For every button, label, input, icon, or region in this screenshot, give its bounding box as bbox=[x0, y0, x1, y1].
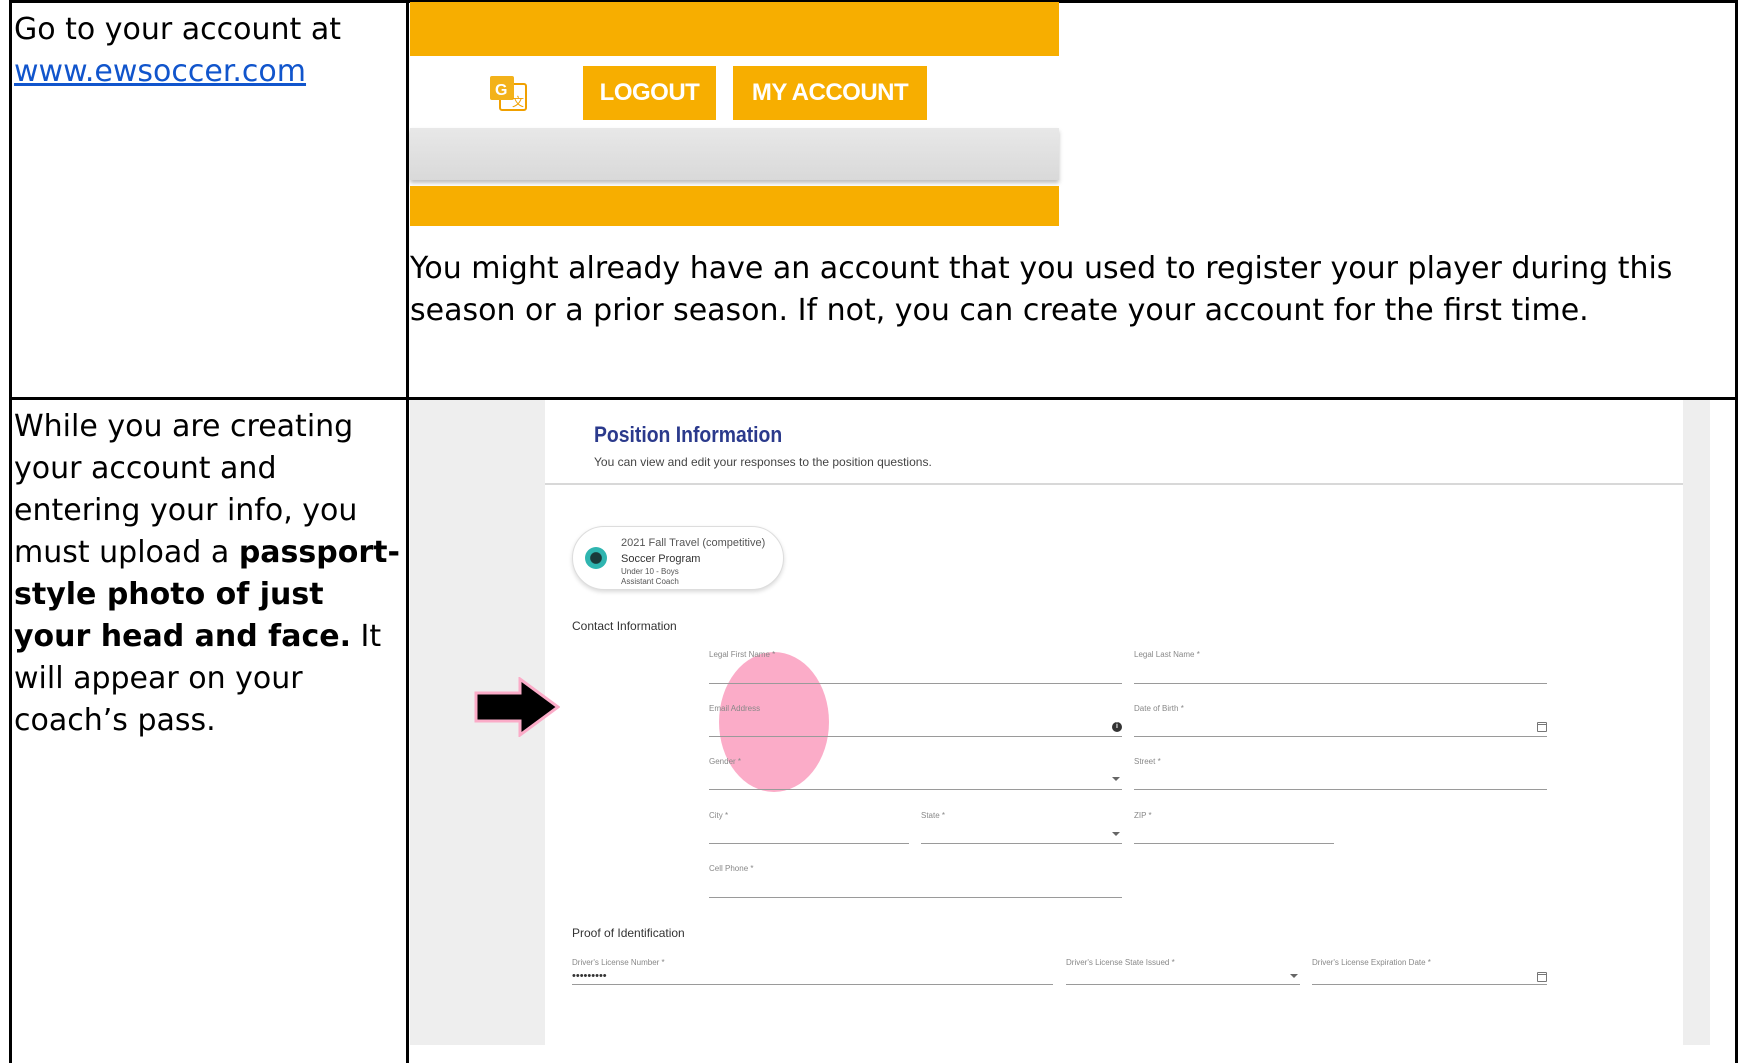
last-name-label: Legal Last Name * bbox=[1134, 650, 1200, 659]
arrow-right-icon bbox=[474, 677, 560, 737]
profile-photo[interactable] bbox=[719, 652, 829, 792]
position-form-screenshot: Position Information You can view and ed… bbox=[410, 400, 1710, 1045]
program-chip[interactable]: 2021 Fall Travel (competitive) Soccer Pr… bbox=[572, 526, 784, 590]
account-note: You might already have an account that y… bbox=[410, 251, 1673, 328]
my-account-button[interactable]: MY ACCOUNT bbox=[733, 66, 927, 120]
gender-select[interactable] bbox=[709, 789, 1122, 790]
header-bar-top bbox=[410, 2, 1059, 56]
svg-text:G: G bbox=[495, 82, 507, 99]
proof-heading: Proof of Identification bbox=[572, 926, 685, 940]
info-icon[interactable]: i bbox=[1112, 722, 1122, 732]
license-expiration-field[interactable] bbox=[1312, 984, 1547, 985]
dob-field[interactable] bbox=[1134, 736, 1547, 737]
header-bar-grey bbox=[410, 128, 1059, 180]
page-title: Position Information bbox=[594, 422, 783, 447]
cell-phone-label: Cell Phone * bbox=[709, 864, 754, 873]
soccer-ball-icon bbox=[585, 547, 607, 569]
state-label: State * bbox=[921, 811, 946, 820]
city-field[interactable] bbox=[709, 843, 909, 844]
street-field[interactable] bbox=[1134, 789, 1547, 790]
page-subtitle: You can view and edit your responses to … bbox=[594, 455, 932, 469]
program-role: Assistant Coach bbox=[621, 577, 679, 586]
instruction-text: Go to your account at bbox=[14, 12, 341, 47]
street-label: Street * bbox=[1134, 757, 1161, 766]
last-name-field[interactable] bbox=[1134, 683, 1547, 684]
program-name: Soccer Program bbox=[621, 553, 701, 565]
contact-heading: Contact Information bbox=[572, 619, 677, 633]
license-state-label: Driver's License State Issued * bbox=[1066, 958, 1175, 967]
program-division: Under 10 - Boys bbox=[621, 567, 679, 576]
logout-button[interactable]: LOGOUT bbox=[583, 66, 716, 120]
license-number-label: Driver's License Number * bbox=[572, 958, 665, 967]
instruction-cell-1: Go to your account at www.ewsoccer.com bbox=[12, 3, 406, 93]
zip-field[interactable] bbox=[1134, 843, 1334, 844]
dob-label: Date of Birth * bbox=[1134, 704, 1184, 713]
ewsoccer-link[interactable]: www.ewsoccer.com bbox=[14, 54, 306, 89]
table-column-divider bbox=[406, 0, 409, 1063]
license-number-value: ••••••••• bbox=[572, 970, 607, 982]
chevron-down-icon[interactable] bbox=[1112, 832, 1120, 836]
email-label: Email Address bbox=[709, 704, 761, 713]
first-name-label: Legal First Name * bbox=[709, 650, 776, 659]
site-header-screenshot: G 文 LOGOUT MY ACCOUNT bbox=[410, 2, 1059, 226]
header-bar-bottom bbox=[410, 186, 1059, 226]
chevron-down-icon[interactable] bbox=[1290, 974, 1298, 978]
google-translate-icon[interactable]: G 文 bbox=[488, 74, 530, 114]
form-panel: Position Information You can view and ed… bbox=[545, 400, 1683, 1045]
cell-phone-field[interactable] bbox=[709, 897, 1122, 898]
calendar-icon[interactable] bbox=[1537, 972, 1547, 982]
license-expiration-label: Driver's License Expiration Date * bbox=[1312, 958, 1431, 967]
gender-label: Gender * bbox=[709, 757, 742, 766]
first-name-field[interactable] bbox=[709, 683, 1122, 684]
chevron-down-icon[interactable] bbox=[1112, 777, 1120, 781]
license-number-field[interactable] bbox=[572, 984, 1053, 985]
header-divider bbox=[545, 483, 1683, 485]
calendar-icon[interactable] bbox=[1537, 722, 1547, 732]
svg-text:文: 文 bbox=[512, 94, 524, 109]
license-state-select[interactable] bbox=[1066, 984, 1300, 985]
city-label: City * bbox=[709, 811, 729, 820]
program-season: 2021 Fall Travel (competitive) bbox=[621, 537, 766, 549]
email-field[interactable] bbox=[709, 736, 1122, 737]
zip-label: ZIP * bbox=[1134, 811, 1152, 820]
state-select[interactable] bbox=[921, 843, 1122, 844]
instruction-cell-2: While you are creating your account and … bbox=[12, 400, 406, 742]
